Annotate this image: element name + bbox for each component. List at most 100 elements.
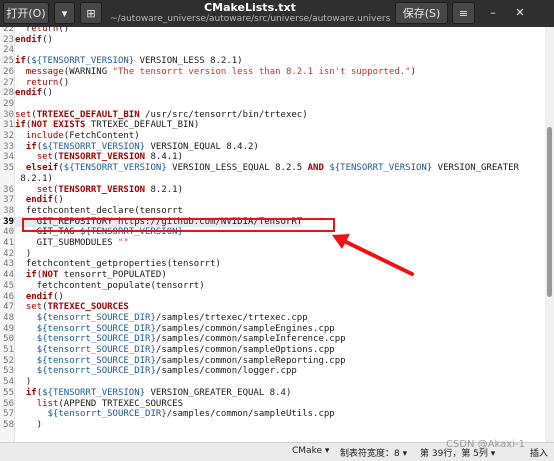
- menu-button[interactable]: ≡: [452, 2, 475, 24]
- tab-width-selector[interactable]: 制表符宽度：8 ▾: [340, 446, 407, 459]
- code-token: /samples/common/sampleEngines.cpp: [155, 323, 335, 334]
- code-line[interactable]: 42 ): [0, 249, 544, 260]
- code-token: NOT EXISTS: [31, 120, 86, 131]
- code-line[interactable]: 53 ${tensorrt_SOURCE_DIR}/samples/common…: [0, 366, 544, 377]
- scrollbar-thumb[interactable]: [547, 127, 552, 297]
- code-line[interactable]: 45 fetchcontent_populate(tensorrt): [0, 281, 544, 292]
- code-token: ${tensorrt_SOURCE_DIR}: [36, 366, 156, 377]
- code-line[interactable]: 27 return(): [0, 78, 544, 89]
- code-line[interactable]: 43 fetchcontent_getproperties(tensorrt): [0, 259, 544, 270]
- code-token: /samples/common/logger.cpp: [155, 366, 297, 377]
- code-line[interactable]: 50 ${tensorrt_SOURCE_DIR}/samples/common…: [0, 334, 544, 345]
- code-text: if(${TENSORRT_VERSION} VERSION_LESS 8.2.…: [15, 56, 243, 67]
- code-line[interactable]: 46 endif(): [0, 292, 544, 303]
- line-number: 36: [3, 184, 14, 195]
- code-line[interactable]: 47 set(TRTEXEC_SOURCES: [0, 302, 544, 313]
- open-button[interactable]: 打开(O): [3, 2, 49, 24]
- code-line[interactable]: 25 if(${TENSORRT_VERSION} VERSION_LESS 8.…: [0, 56, 544, 67]
- code-text: include(FetchContent): [15, 131, 140, 142]
- code-token: VERSION_EQUAL 8.4.2): [145, 141, 259, 152]
- line-number: 52: [3, 355, 14, 366]
- code-token: message: [25, 66, 64, 77]
- language-selector[interactable]: CMake ▾: [292, 446, 329, 456]
- insert-mode: 插入: [530, 449, 549, 459]
- minimize-button[interactable]: –: [483, 2, 503, 24]
- code-line[interactable]: 29: [0, 99, 544, 110]
- code-text: ${tensorrt_SOURCE_DIR}/samples/common/lo…: [15, 366, 297, 377]
- code-line[interactable]: 37 endif(): [0, 195, 544, 206]
- code-text: endif(): [15, 195, 64, 206]
- code-line[interactable]: 38 fetchcontent_declare(tensorrt: [0, 206, 544, 217]
- close-button[interactable]: ✕: [510, 2, 530, 24]
- code-text: endif(): [15, 88, 53, 99]
- code-line[interactable]: 8.2.1): [0, 174, 544, 185]
- code-line[interactable]: 54 ): [0, 377, 544, 388]
- code-text: ${tensorrt_SOURCE_DIR}/samples/common/sa…: [15, 409, 335, 420]
- code-line[interactable]: 49 ${tensorrt_SOURCE_DIR}/samples/common…: [0, 324, 544, 335]
- code-line[interactable]: 41 GIT_SUBMODULES "": [0, 238, 544, 249]
- code-text: if(${TENSORRT_VERSION} VERSION_GREATER_E…: [15, 388, 292, 399]
- code-line[interactable]: 48 ${tensorrt_SOURCE_DIR}/samples/trtexe…: [0, 313, 544, 324]
- file-path: ~/autoware_universe/autoware/src/univers…: [110, 14, 390, 24]
- code-text: endif(): [15, 292, 64, 303]
- open-button-label: 打开(O): [6, 7, 46, 20]
- code-text: ${tensorrt_SOURCE_DIR}/samples/common/sa…: [15, 356, 346, 367]
- code-token: ${TENSORRT_VERSION}: [31, 56, 135, 67]
- code-line[interactable]: 31 if(NOT EXISTS TRTEXEC_DEFAULT_BIN): [0, 120, 544, 131]
- code-line[interactable]: 58 ): [0, 420, 544, 431]
- open-dropdown-button[interactable]: ▾: [54, 2, 75, 24]
- line-number: 46: [3, 291, 14, 302]
- new-tab-button[interactable]: ⊞: [80, 2, 102, 24]
- cursor-position-label: 第 39行，第 5列: [420, 449, 488, 459]
- code-token: fetchcontent_getproperties(tensorrt): [15, 259, 221, 270]
- code-line[interactable]: 24: [0, 45, 544, 56]
- code-line[interactable]: 28 endif(): [0, 88, 544, 99]
- line-number: 31: [3, 120, 14, 131]
- code-line[interactable]: 23 endif(): [0, 35, 544, 46]
- code-line[interactable]: 32 include(FetchContent): [0, 131, 544, 142]
- code-token: TRTEXEC_DEFAULT_BIN: [36, 109, 140, 120]
- vertical-scrollbar[interactable]: [545, 27, 554, 442]
- red-arrow-annotation: [332, 234, 414, 276]
- code-line[interactable]: 52 ${tensorrt_SOURCE_DIR}/samples/common…: [0, 356, 544, 367]
- code-text: set(TRTEXEC_DEFAULT_BIN /usr/src/tensorr…: [15, 110, 308, 121]
- code-token: set: [15, 109, 32, 120]
- code-line[interactable]: 30 set(TRTEXEC_DEFAULT_BIN /usr/src/tenso…: [0, 110, 544, 121]
- code-line[interactable]: 57 ${tensorrt_SOURCE_DIR}/samples/common…: [0, 409, 544, 420]
- code-token: ): [15, 377, 32, 388]
- code-token: TENSORRT_VERSION: [58, 184, 146, 195]
- chevron-down-icon: ▾: [61, 7, 68, 20]
- code-line[interactable]: 35 elseif(${TENSORRT_VERSION} VERSION_LE…: [0, 163, 544, 174]
- code-token: ): [410, 66, 416, 77]
- code-line[interactable]: 33 if(${TENSORRT_VERSION} VERSION_EQUAL …: [0, 142, 544, 153]
- save-button[interactable]: 保存(S): [395, 2, 448, 24]
- line-number: 40: [3, 227, 14, 238]
- code-line[interactable]: 51 ${tensorrt_SOURCE_DIR}/samples/common…: [0, 345, 544, 356]
- code-line[interactable]: 55 if(${TENSORRT_VERSION} VERSION_GREATE…: [0, 388, 544, 399]
- code-token: /samples/trtexec/trtexec.cpp: [155, 312, 308, 323]
- code-token: if: [15, 120, 26, 131]
- code-token: (): [42, 34, 53, 45]
- code-token: set: [36, 152, 53, 163]
- code-token: ${TENSORRT_VERSION}: [63, 163, 167, 174]
- code-text: return(): [15, 27, 69, 35]
- code-line[interactable]: 34 set(TENSORRT_VERSION 8.4.1): [0, 152, 544, 163]
- window-title: CMakeLists.txt: [204, 1, 296, 14]
- highlight-annotation-box: [22, 218, 335, 232]
- code-text: ): [15, 377, 31, 388]
- code-editor[interactable]: 22 return() 23 endif() 24 25 if(${TENSORRT_VE…: [0, 27, 544, 442]
- code-line[interactable]: 44 if(NOT tensorrt_POPULATED): [0, 270, 544, 281]
- code-line[interactable]: 36 set(TENSORRT_VERSION 8.2.1): [0, 185, 544, 196]
- code-token: 8.2.1): [145, 184, 184, 195]
- code-line[interactable]: 56 list(APPEND TRTEXEC_SOURCES: [0, 399, 544, 410]
- code-line[interactable]: 22 return(): [0, 27, 544, 35]
- line-number: 23: [3, 34, 14, 45]
- code-text: set(TRTEXEC_SOURCES: [15, 302, 129, 313]
- watermark: CSDN @Akaxi-1: [446, 439, 525, 450]
- code-line[interactable]: 26 message(WARNING "The tensorrt version…: [0, 67, 544, 78]
